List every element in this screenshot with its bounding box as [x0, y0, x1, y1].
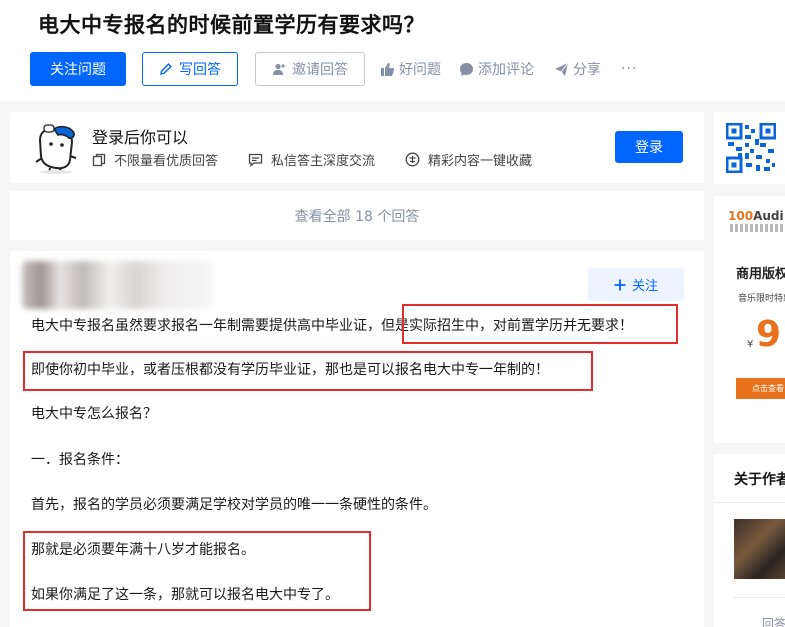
- share-button[interactable]: 分享: [554, 59, 601, 79]
- divider: [734, 597, 785, 598]
- login-perks: 不限量看优质回答 私信答主深度交流 精彩内容一键收藏: [92, 150, 532, 169]
- ad-card[interactable]: 100Audi 商用版权 音乐限时特惠 ¥ 9 点击查看: [714, 196, 785, 443]
- good-question-button[interactable]: 好问题: [380, 59, 441, 79]
- login-button[interactable]: 登录: [615, 131, 683, 163]
- answer-paragraph: 首先，报名的学员必须要满足学校对学员的唯一一条硬性的条件。: [31, 497, 437, 513]
- qr-card: [714, 112, 785, 184]
- perk-messaging-label: 私信答主深度交流: [271, 154, 376, 169]
- ad-brand-name: Audi: [753, 209, 784, 223]
- question-title: 电大中专报名的时候前置学历有要求吗？: [38, 13, 425, 37]
- follow-question-button[interactable]: 关注问题: [30, 52, 126, 86]
- about-author-title: 关于作者: [734, 472, 785, 488]
- perk-unlimited-label: 不限量看优质回答: [114, 154, 219, 169]
- question-header: 电大中专报名的时候前置学历有要求吗？ 关注问题 写回答 邀请回答 好问题 添加评…: [0, 0, 785, 101]
- follow-author-button[interactable]: 关注: [588, 268, 684, 301]
- invite-answer-button[interactable]: 邀请回答: [255, 52, 365, 86]
- qr-code-icon[interactable]: [726, 123, 776, 173]
- login-prompt-title: 登录后你可以: [92, 128, 189, 147]
- perk-messaging: 私信答主深度交流: [248, 150, 375, 169]
- follow-author-label: 关注: [631, 279, 658, 294]
- add-comment-button[interactable]: 添加评论: [459, 59, 534, 79]
- ad-cta-button[interactable]: 点击查看: [736, 378, 785, 399]
- login-prompt-card: 登录后你可以 不限量看优质回答 私信答主深度交流 精彩内容一键收藏 登录: [10, 112, 704, 183]
- divider: [714, 502, 785, 503]
- ad-currency: ¥: [747, 339, 754, 350]
- highlight-box: [23, 351, 593, 391]
- share-label: 分享: [573, 62, 601, 78]
- write-answer-label: 写回答: [179, 62, 221, 78]
- highlight-box: [23, 531, 371, 611]
- perk-unlimited: 不限量看优质回答: [92, 150, 218, 169]
- mascot-icon: [35, 124, 77, 174]
- free-badge-icon: [405, 152, 420, 167]
- author-info-blurred[interactable]: [22, 261, 212, 309]
- answer-paragraph: 电大中专怎么报名？: [31, 406, 157, 422]
- copy-icon: [92, 153, 106, 166]
- thumbs-up-icon: [381, 62, 395, 76]
- more-button[interactable]: ···: [621, 61, 637, 77]
- ad-title: 商用版权: [736, 267, 785, 282]
- about-author-card: 关于作者 回答: [714, 454, 785, 627]
- ad-tagline-decoration: [730, 224, 785, 232]
- add-user-icon: [273, 63, 285, 75]
- add-comment-label: 添加评论: [478, 62, 534, 78]
- answer-card: 关注 电大中专报名虽然要求报名一年制需要提供高中毕业证，但是实际招生中，对前置学…: [10, 251, 704, 627]
- perk-collect: 精彩内容一键收藏: [405, 150, 532, 169]
- author-avatar[interactable]: [734, 519, 785, 579]
- plus-icon: [614, 279, 626, 290]
- author-answers-link[interactable]: 回答: [762, 615, 785, 627]
- highlight-box: [402, 304, 678, 344]
- ad-brand: 100Audi: [728, 209, 784, 223]
- message-icon: [248, 153, 263, 167]
- good-question-label: 好问题: [399, 62, 441, 78]
- comment-icon: [460, 62, 473, 76]
- view-all-answers-button[interactable]: 查看全部 18 个回答: [10, 191, 704, 240]
- ad-brand-number: 100: [728, 209, 754, 223]
- write-answer-button[interactable]: 写回答: [142, 52, 238, 86]
- perk-collect-label: 精彩内容一键收藏: [428, 154, 533, 169]
- pencil-icon: [160, 63, 172, 75]
- question-actions: 关注问题 写回答 邀请回答 好问题 添加评论 分享 ···: [30, 52, 637, 86]
- ad-subtitle: 音乐限时特惠: [738, 294, 785, 304]
- ad-price: 9: [756, 314, 782, 355]
- share-icon: [555, 62, 569, 76]
- invite-answer-label: 邀请回答: [292, 62, 348, 78]
- answer-paragraph: 一．报名条件：: [31, 452, 129, 468]
